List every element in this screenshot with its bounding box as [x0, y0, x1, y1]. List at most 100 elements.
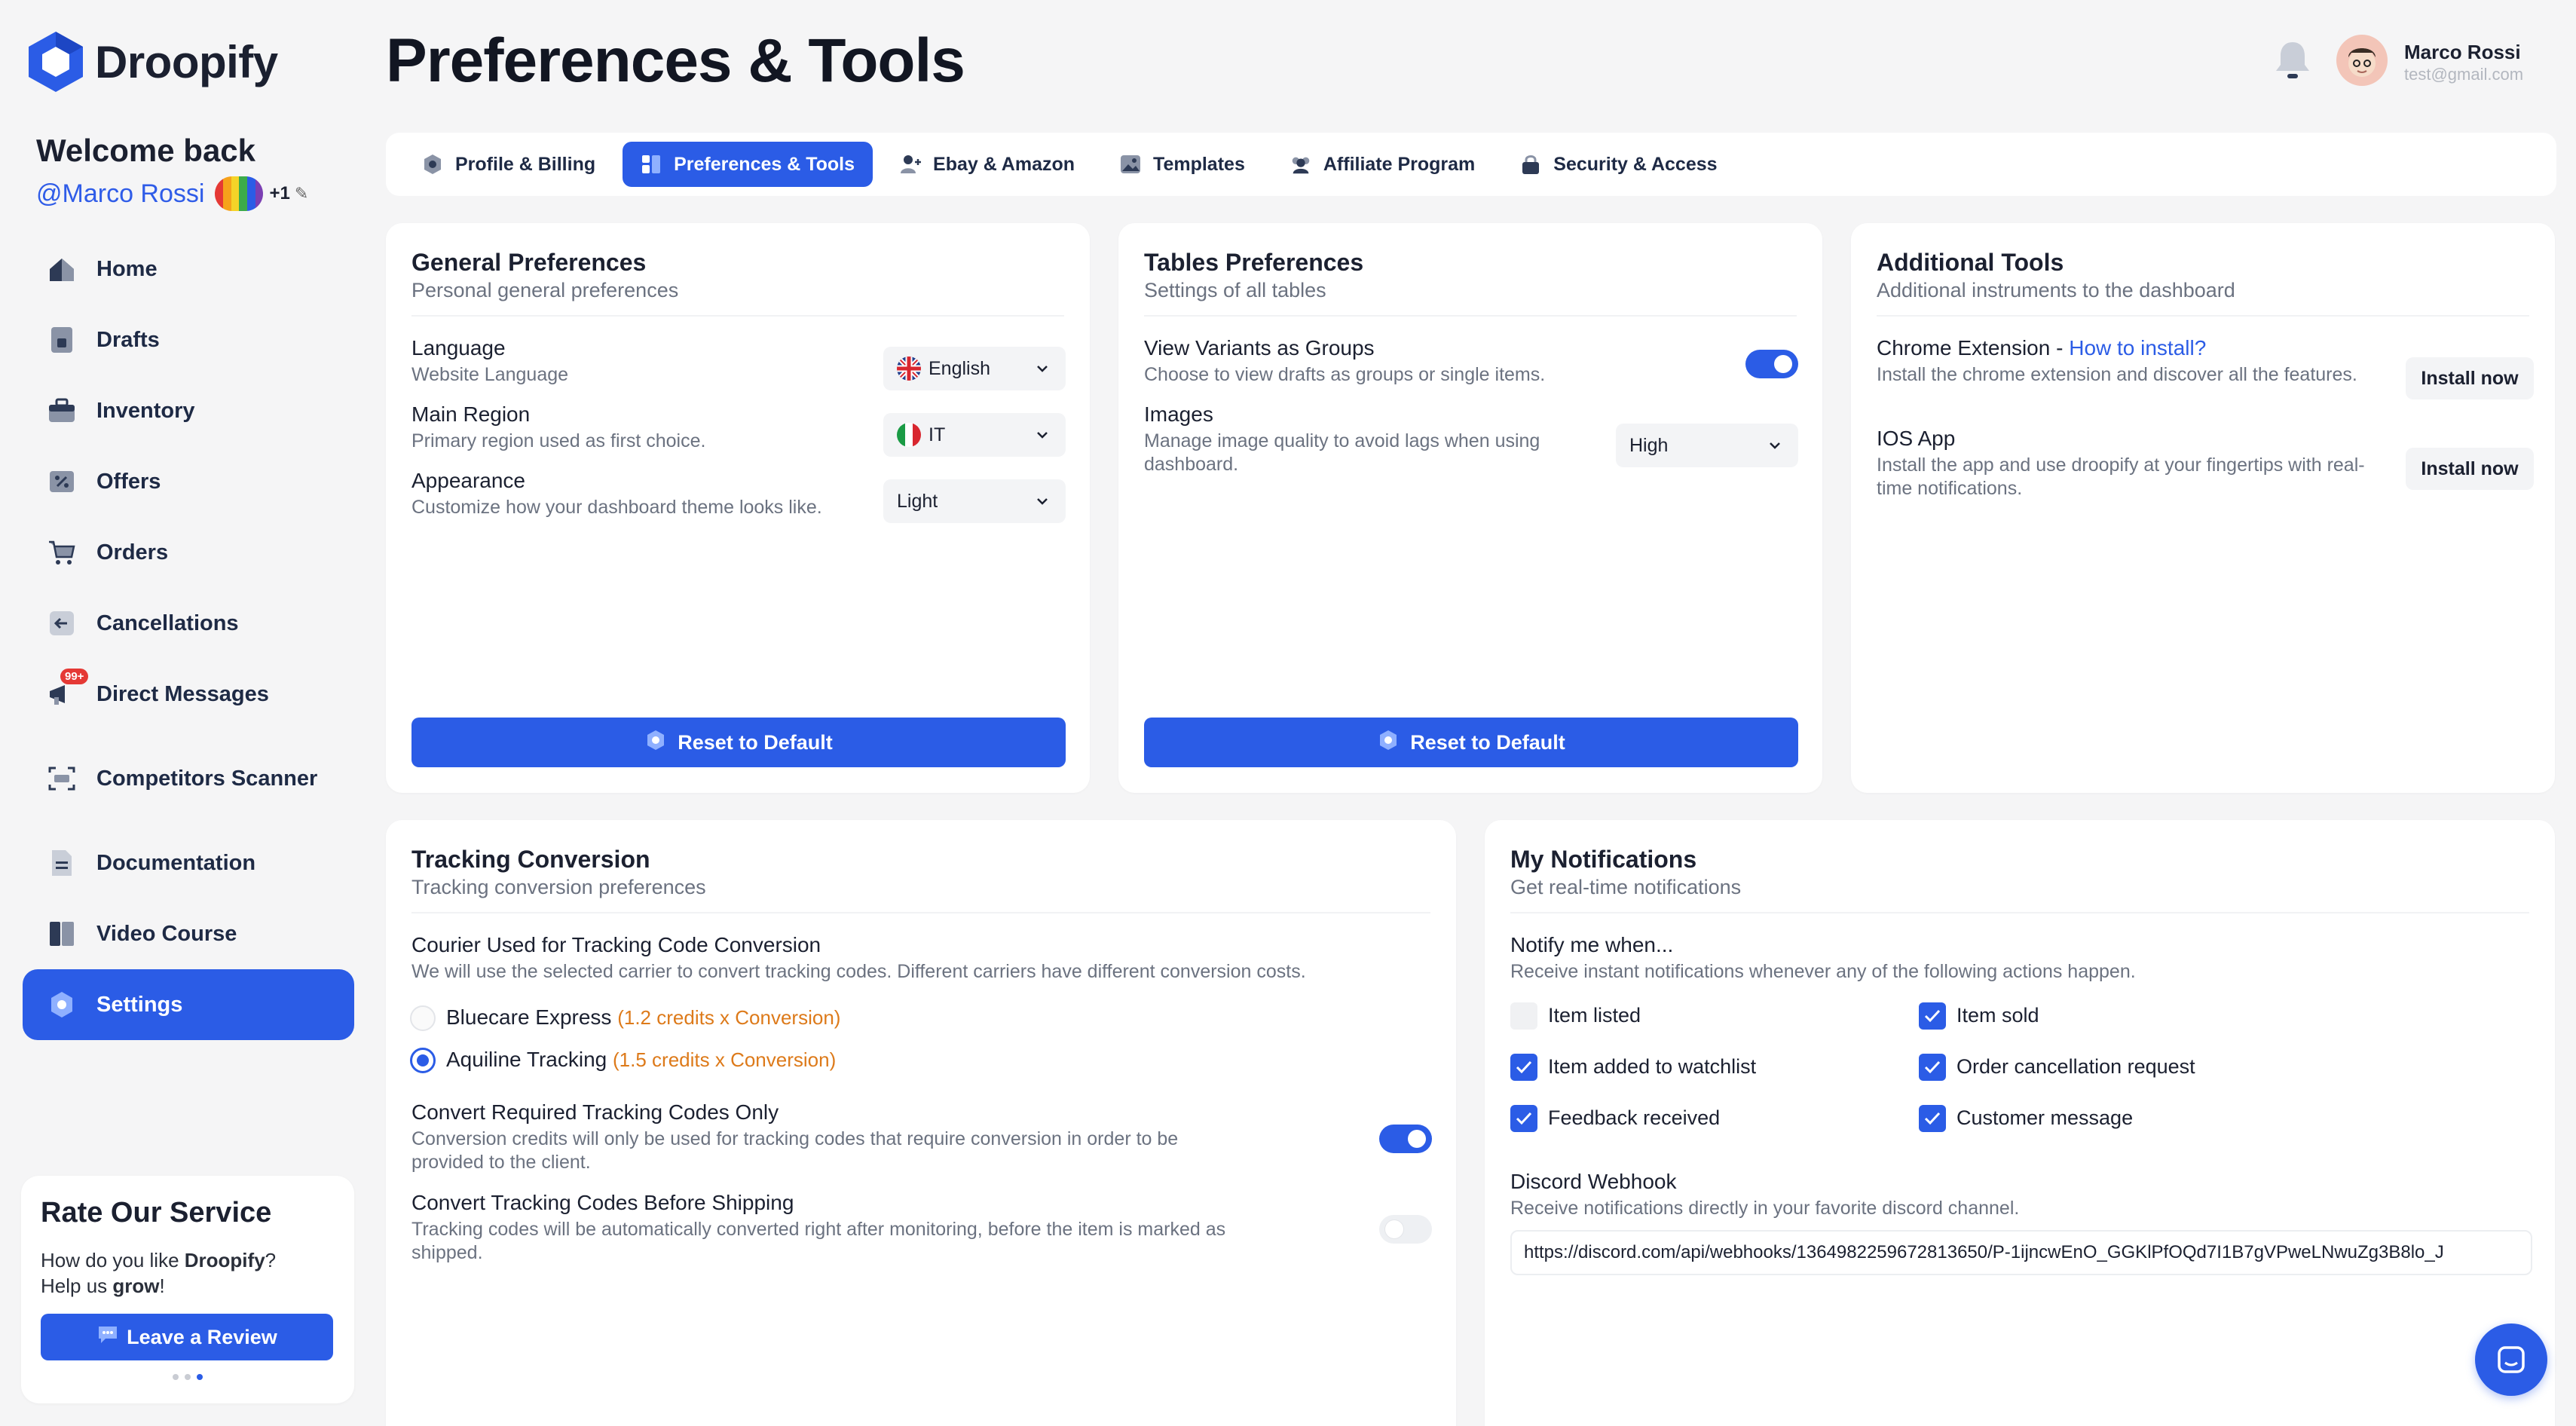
tab-templates[interactable]: Templates	[1102, 142, 1263, 187]
tab-label: Affiliate Program	[1323, 153, 1476, 175]
sidebar-item-video-course[interactable]: Video Course	[23, 898, 354, 969]
sidebar-item-label: Settings	[96, 992, 183, 1017]
install-ios-button[interactable]: Install now	[2406, 448, 2534, 490]
reset-default-button[interactable]: Reset to Default	[411, 718, 1066, 767]
megaphone-icon: 99+	[45, 669, 89, 711]
variants-toggle[interactable]	[1745, 350, 1798, 378]
before-shipping-toggle[interactable]	[1379, 1215, 1432, 1244]
divider	[411, 912, 1430, 913]
general-preferences-card: General Preferences Personal general pre…	[386, 223, 1090, 793]
bell-icon[interactable]	[2272, 38, 2314, 83]
language-value: English	[929, 357, 990, 379]
tab-preferences-tools[interactable]: Preferences & Tools	[623, 142, 873, 187]
sidebar-nav: Home Drafts Inventory Offers Orders Canc…	[23, 234, 354, 1040]
courier-option: Aquiline Tracking (1.5 credits x Convers…	[446, 1048, 837, 1071]
sidebar-item-drafts[interactable]: Drafts	[23, 304, 354, 375]
webhook-url-input[interactable]: https://discord.com/api/webhooks/1364982…	[1510, 1230, 2532, 1275]
drafts-icon	[45, 323, 78, 356]
users-icon	[1289, 152, 1313, 176]
carousel-dots[interactable]	[41, 1374, 335, 1380]
checkbox-order-cancellation[interactable]	[1919, 1054, 1946, 1081]
appearance-select[interactable]: Light	[883, 479, 1066, 523]
avatar[interactable]	[2336, 35, 2388, 86]
chat-bubble-icon	[96, 1324, 119, 1351]
install-chrome-button[interactable]: Install now	[2406, 357, 2534, 399]
chevron-down-icon	[1037, 366, 1048, 372]
support-chat-button[interactable]	[2475, 1323, 2547, 1396]
user-email: test@gmail.com	[2404, 65, 2524, 84]
language-label: Language	[411, 336, 506, 360]
sidebar-item-cancellations[interactable]: Cancellations	[23, 588, 354, 659]
divider	[1144, 315, 1797, 317]
checkbox-customer-message[interactable]	[1919, 1105, 1946, 1132]
divider	[411, 315, 1064, 317]
tab-affiliate-program[interactable]: Affiliate Program	[1272, 142, 1493, 187]
edit-pencil-icon[interactable]: ✎	[295, 184, 308, 203]
sidebar-item-competitors-scanner[interactable]: Competitors Scanner	[23, 743, 354, 814]
sidebar-item-home[interactable]: Home	[23, 234, 354, 304]
courier-radio-aquiline[interactable]	[410, 1048, 436, 1073]
app-root: Droopify Welcome back @Marco Rossi +1 ✎ …	[0, 0, 2576, 1426]
reset-default-button[interactable]: Reset to Default	[1144, 718, 1798, 767]
region-label: Main Region	[411, 402, 531, 426]
image-icon	[1118, 152, 1143, 176]
before-shipping-desc: Tracking codes will be automatically con…	[411, 1219, 1226, 1263]
divider	[1510, 912, 2529, 913]
home-icon	[45, 252, 78, 286]
checkbox-item-listed[interactable]	[1510, 1002, 1537, 1030]
sidebar-item-settings[interactable]: Settings	[23, 969, 354, 1040]
sidebar-item-offers[interactable]: Offers	[23, 446, 354, 517]
sidebar-item-label: Video Course	[96, 921, 237, 946]
additional-tools-card: Additional Tools Additional instruments …	[1851, 223, 2555, 793]
chevron-down-icon	[1770, 442, 1780, 449]
sidebar-item-label: Inventory	[96, 398, 195, 423]
gear-icon	[644, 729, 667, 757]
logo[interactable]: Droopify	[27, 30, 278, 93]
divider	[1877, 315, 2529, 317]
checkbox-item-sold[interactable]	[1919, 1002, 1946, 1030]
gear-icon	[421, 152, 445, 176]
images-label: Images	[1144, 402, 1213, 426]
chevron-down-icon	[1037, 498, 1048, 505]
chrome-extension-label: Chrome Extension - How to install?	[1877, 336, 2207, 360]
sidebar-item-direct-messages[interactable]: 99+ Direct Messages	[23, 659, 354, 730]
sidebar-item-label: Offers	[96, 469, 161, 494]
tab-security-access[interactable]: Security & Access	[1502, 142, 1735, 187]
chrome-extension-desc: Install the chrome extension and discove…	[1877, 364, 2357, 385]
user-add-icon	[898, 152, 922, 176]
sidebar-item-inventory[interactable]: Inventory	[23, 375, 354, 446]
required-codes-toggle[interactable]	[1379, 1125, 1432, 1153]
courier-radio-bluecare[interactable]	[410, 1005, 436, 1031]
user-handle[interactable]: @Marco Rossi	[36, 179, 204, 209]
card-subtitle: Settings of all tables	[1144, 279, 1326, 301]
sidebar-item-label: Cancellations	[96, 610, 239, 635]
checkbox-feedback-received[interactable]	[1510, 1105, 1537, 1132]
sidebar-item-documentation[interactable]: Documentation	[23, 828, 354, 898]
variants-label: View Variants as Groups	[1144, 336, 1375, 360]
sidebar-item-orders[interactable]: Orders	[23, 517, 354, 588]
gear-icon	[45, 988, 78, 1021]
checkbox-item-watchlist[interactable]	[1510, 1054, 1537, 1081]
leave-review-label: Leave a Review	[127, 1325, 277, 1348]
how-to-install-link[interactable]: How to install?	[2069, 336, 2206, 360]
pride-flag-icon	[215, 176, 264, 211]
sidebar-item-label: Documentation	[96, 850, 256, 875]
extra-count: +1	[269, 183, 290, 203]
cancel-arrow-icon	[45, 607, 78, 640]
region-select[interactable]: IT	[883, 413, 1066, 457]
language-select[interactable]: English	[883, 347, 1066, 390]
images-quality-select[interactable]: High	[1616, 424, 1798, 467]
tab-label: Templates	[1153, 153, 1245, 175]
checkbox-label: Customer message	[1956, 1106, 2134, 1129]
chat-icon	[2498, 1346, 2525, 1373]
sidebar-item-label: Drafts	[96, 327, 160, 352]
italy-flag-icon	[897, 423, 921, 447]
tab-ebay-amazon[interactable]: Ebay & Amazon	[882, 142, 1093, 187]
unread-badge: 99+	[60, 669, 89, 684]
card-title: General Preferences	[411, 249, 647, 276]
card-title: My Notifications	[1510, 846, 1697, 873]
tab-profile-billing[interactable]: Profile & Billing	[404, 142, 613, 187]
sidebar-item-label: Home	[96, 256, 158, 281]
leave-review-button[interactable]: Leave a Review	[41, 1314, 333, 1360]
card-title: Tracking Conversion	[411, 846, 650, 873]
